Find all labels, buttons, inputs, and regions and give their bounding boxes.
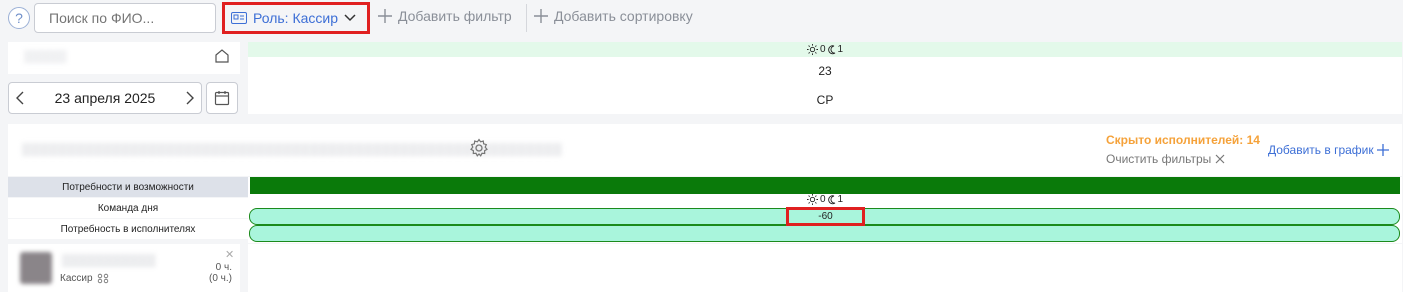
team-night-count: 1 [837, 194, 844, 205]
avatar [20, 252, 52, 284]
employee-hours: 0 ч. [215, 262, 232, 273]
day-shift-count: 0 [819, 44, 826, 55]
executors-delta-value: -60 [818, 211, 833, 222]
chevron-right-icon[interactable] [185, 91, 195, 105]
needs-row-label: Потребности и возможности [8, 177, 248, 197]
team-row-label: Команда дня [8, 198, 248, 218]
store-name: ▒▒▒▒▒ [24, 49, 67, 63]
team-shift-indicator: 0 1 [248, 194, 1402, 205]
executors-delta-cell[interactable]: -60 [786, 207, 865, 226]
plus-icon [534, 9, 548, 23]
calendar-icon [214, 90, 230, 106]
day-number: 23 [818, 64, 832, 78]
moon-icon [827, 194, 836, 205]
chevron-left-icon[interactable] [15, 91, 25, 105]
id-card-icon [231, 12, 247, 24]
add-sort-label: Добавить сортировку [554, 8, 693, 24]
employee-role: Кассир [60, 273, 93, 284]
clear-filters-button[interactable]: Очистить фильтры [1106, 152, 1225, 166]
home-icon[interactable] [214, 48, 230, 64]
role-filter-button[interactable]: Роль: Кассир [222, 2, 370, 34]
team-day-count: 0 [819, 194, 826, 205]
plus-icon [1376, 144, 1389, 156]
executors-row-label: Потребность в исполнителях [8, 219, 248, 239]
search-input[interactable] [34, 3, 216, 33]
add-to-schedule-label: Добавить в график [1268, 143, 1374, 157]
moon-icon [827, 44, 836, 55]
needs-bar [250, 177, 1400, 194]
add-filter-button[interactable]: Добавить фильтр [378, 8, 512, 24]
clear-filters-label: Очистить фильтры [1106, 152, 1212, 166]
remove-employee-icon[interactable]: ✕ [225, 248, 234, 261]
employee-role-line: Кассир [60, 273, 109, 284]
add-to-schedule-button[interactable]: Добавить в график [1268, 143, 1389, 157]
chevron-down-icon [344, 14, 356, 22]
employee-hours-secondary: (0 ч.) [209, 273, 232, 284]
weekday: СР [816, 93, 834, 107]
toolbar-divider [526, 4, 527, 32]
hidden-executors-count: Скрыто исполнителей: 14 [1106, 133, 1260, 147]
sun-icon [806, 194, 818, 205]
help-icon[interactable]: ? [8, 7, 30, 29]
role-filter-label: Роль: Кассир [253, 10, 338, 26]
team-icon [97, 273, 109, 284]
employee-name: ▒▒▒▒▒▒▒▒▒▒▒ [62, 253, 156, 267]
add-filter-label: Добавить фильтр [398, 8, 512, 24]
gear-icon[interactable] [469, 138, 489, 158]
day-shift-indicator: 0 1 [248, 42, 1402, 57]
night-shift-count: 1 [837, 44, 844, 55]
add-sort-button[interactable]: Добавить сортировку [534, 8, 693, 24]
calendar-button[interactable] [206, 82, 238, 114]
current-date: 23 апреля 2025 [54, 90, 156, 106]
sun-icon [806, 44, 818, 55]
close-icon [1215, 154, 1225, 164]
plus-icon [378, 9, 392, 23]
date-navigator: 23 апреля 2025 [8, 82, 202, 114]
employee-schedule-row[interactable] [248, 244, 1402, 292]
executors-need-bar-lower [249, 225, 1400, 242]
